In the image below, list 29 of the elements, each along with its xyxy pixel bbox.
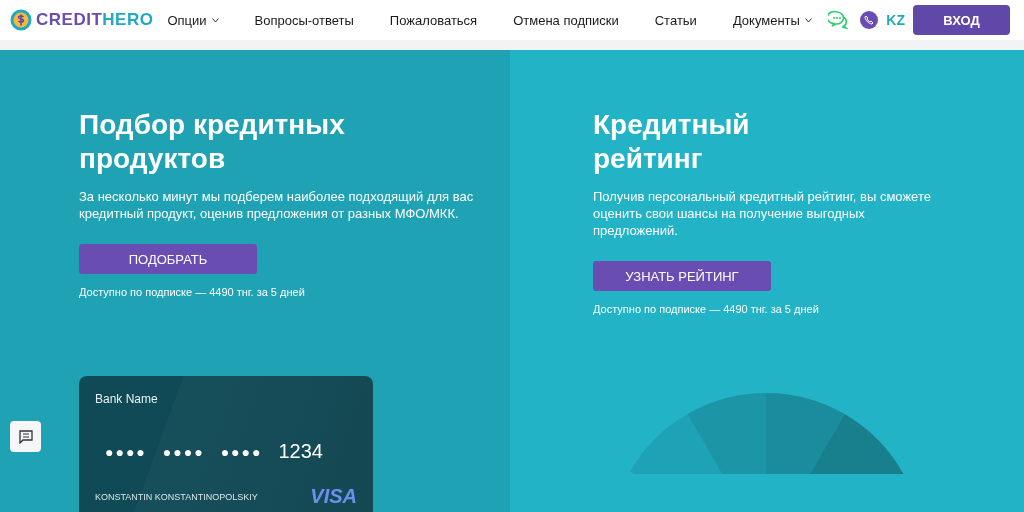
subscription-note: Доступно по подписке — 4490 тнг. за 5 дней (593, 303, 820, 315)
login-button[interactable]: ВХОД (913, 5, 1010, 35)
card-holder: KONSTANTIN KONSTANTINOPOLSKIY (95, 491, 258, 502)
masked-digits: ●●●● (220, 443, 263, 460)
chat-button[interactable] (10, 421, 41, 452)
panel-title: Подбор кредитных продуктов (79, 108, 346, 176)
chevron-down-icon (804, 17, 812, 23)
nav-link[interactable]: Опции (167, 12, 219, 28)
nav-link[interactable]: Статьи (654, 12, 697, 28)
panel-description: Получив персональный кредитный рейтинг, вы сможете оценить свои шансы на получение выгодных предложений. (593, 188, 932, 239)
panel-description: За несколько минут мы подберем наиболее подходящий для вас кредитный продукт, оценив предложения от разных МФО/МКК. (79, 188, 475, 222)
logo[interactable]: CREDITHERO (10, 9, 154, 31)
card-brand: VISA (310, 485, 357, 508)
subscription-note: Доступно по подписке — 4490 тнг. за 5 дней (79, 286, 306, 298)
nav-link[interactable]: Документы (732, 12, 812, 28)
phone-icon[interactable] (860, 11, 879, 29)
message-icon (18, 429, 33, 444)
bank-name: Bank Name (95, 392, 159, 406)
masked-digits: ●●●● (105, 443, 147, 460)
masked-digits: ●●●● (162, 443, 205, 460)
coin-icon (10, 9, 32, 31)
card-last-digits: 1234 (278, 440, 323, 463)
chevron-down-icon (211, 17, 219, 23)
panel-title: Кредитный рейтинг (593, 108, 751, 176)
nav-link[interactable]: Пожаловаться (389, 12, 478, 28)
action-button[interactable]: ПОДОБРАТЬ (79, 244, 257, 274)
action-button[interactable]: УЗНАТЬ РЕЙТИНГ (593, 261, 771, 291)
nav-link[interactable]: Вопросы-ответы (254, 12, 354, 28)
nav-link[interactable]: Отмена подписки (513, 12, 619, 28)
